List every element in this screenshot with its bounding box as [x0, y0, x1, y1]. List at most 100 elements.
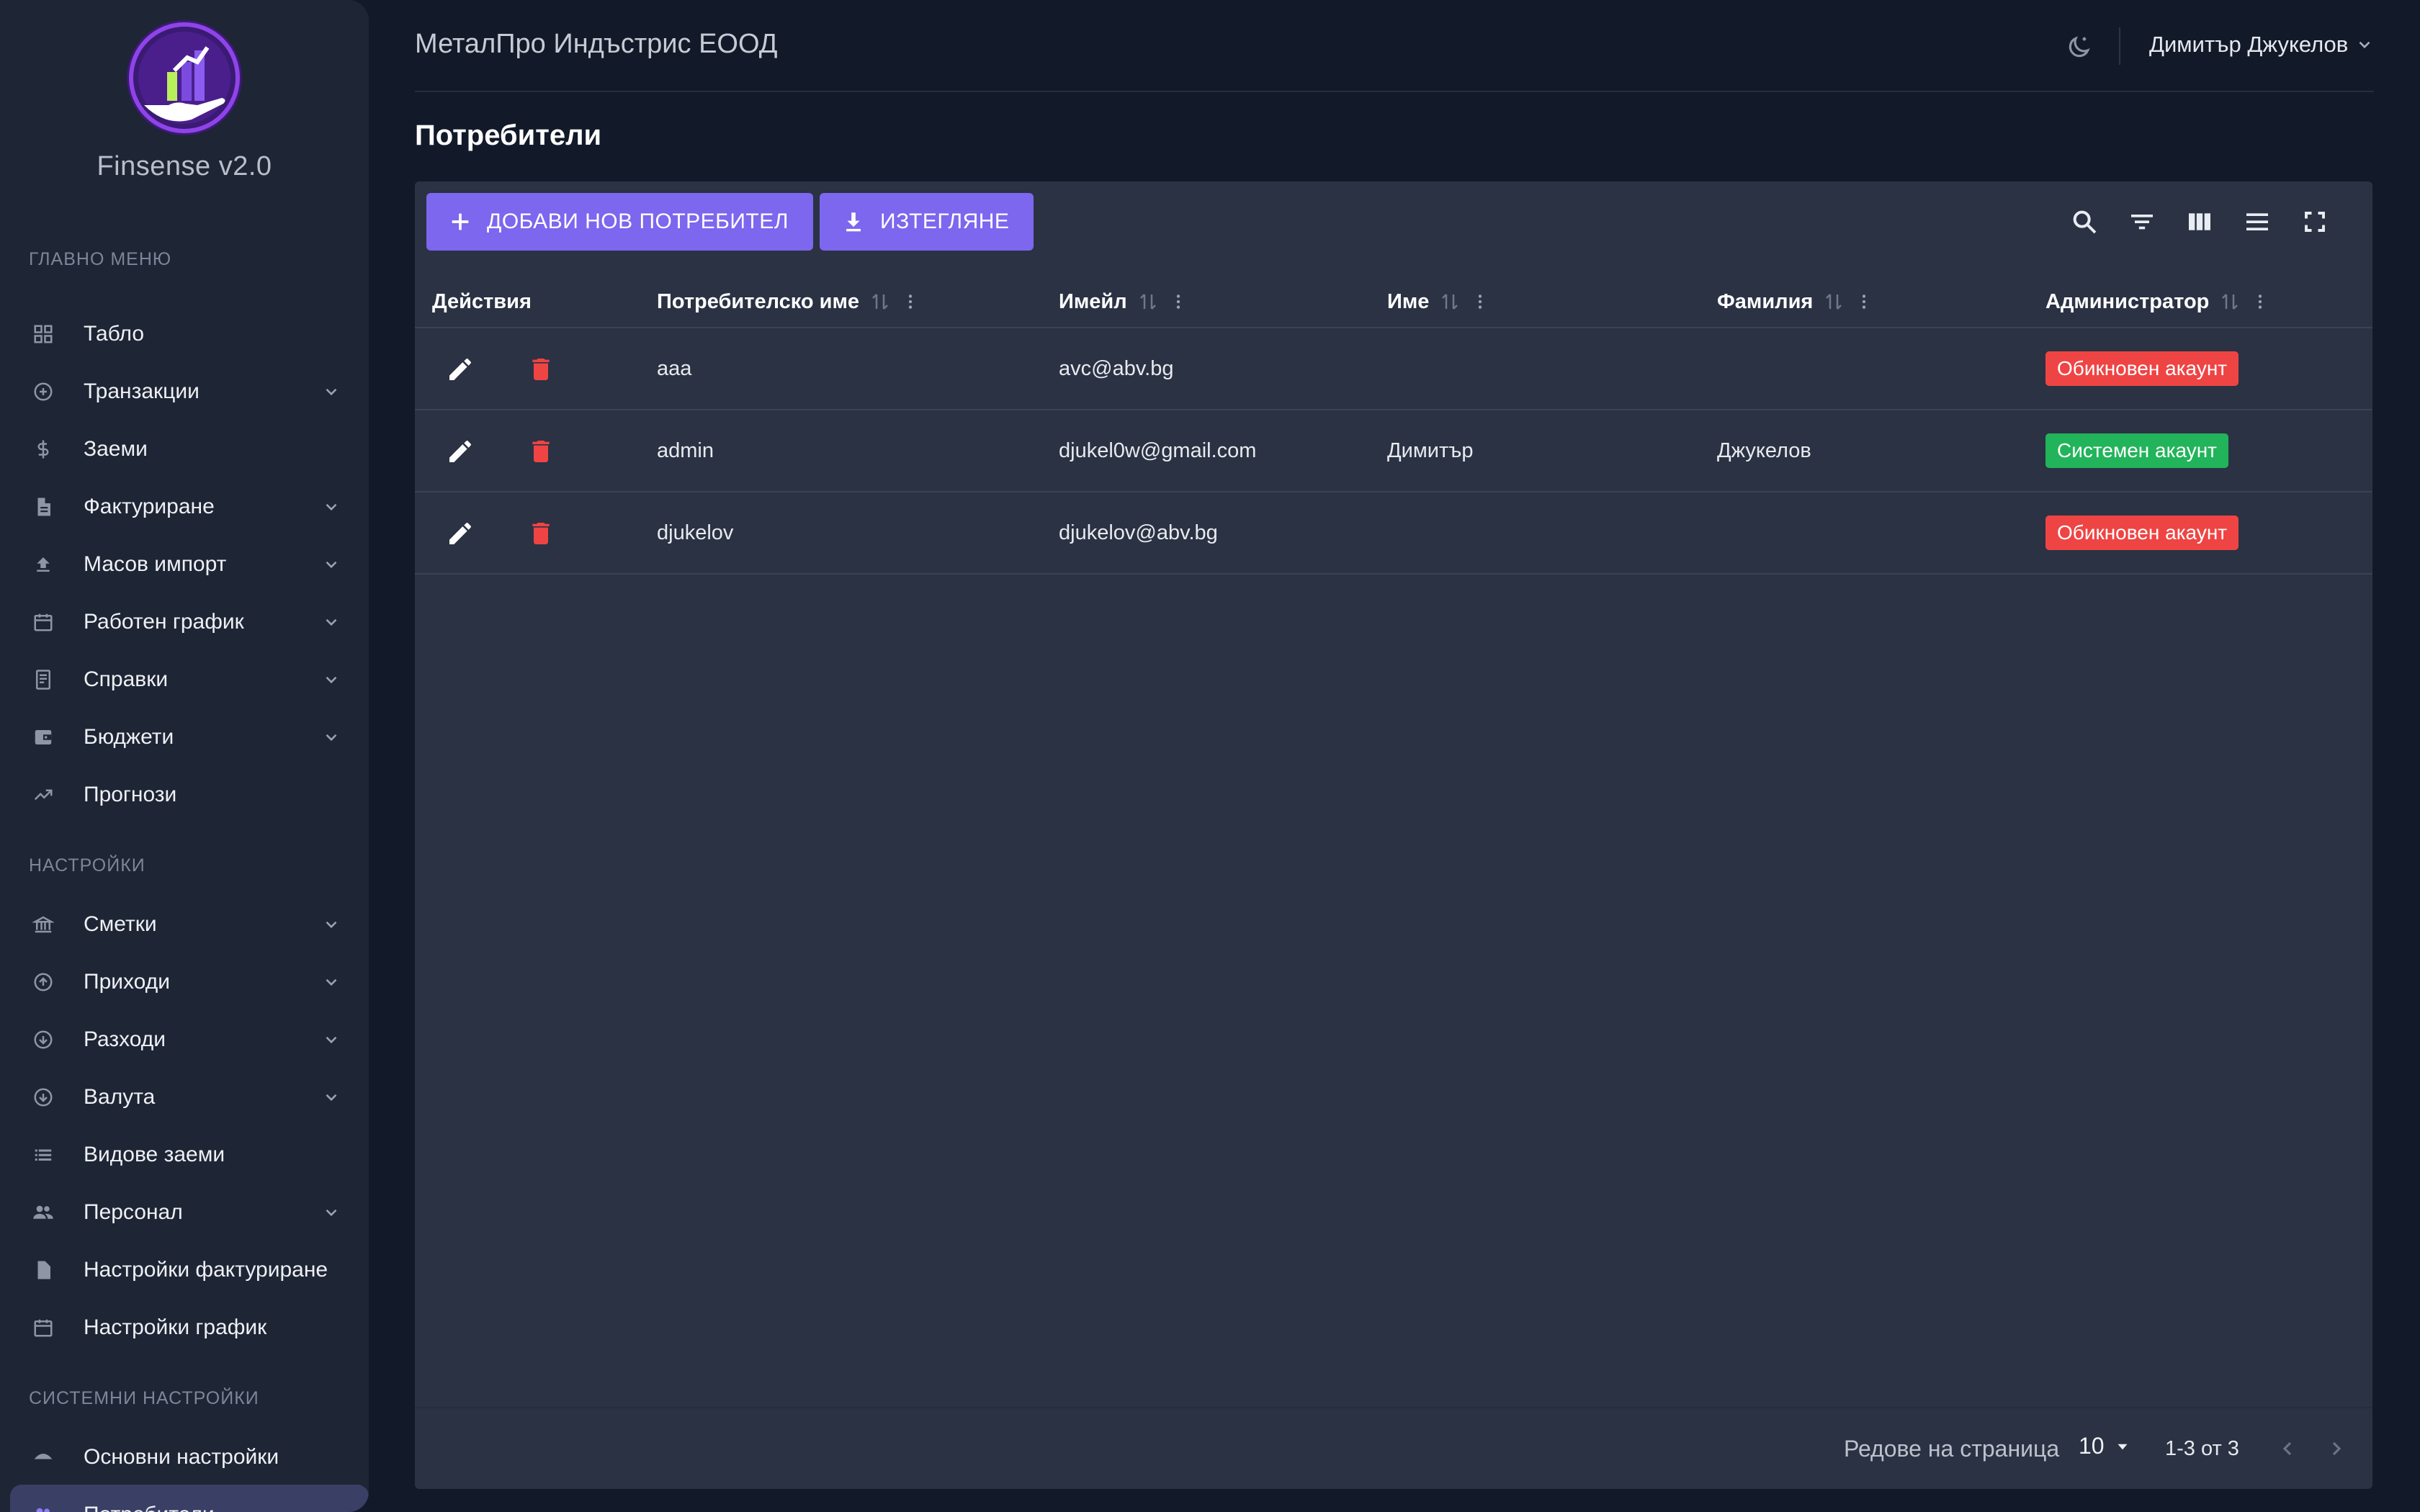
sidebar-item-invoicing[interactable]: Фактуриране	[29, 485, 346, 528]
sidebar-item-expenses[interactable]: Разходи	[29, 1018, 346, 1061]
column-header-label: Потребителско име	[657, 289, 860, 313]
sidebar-item-currency[interactable]: Валута	[29, 1076, 346, 1119]
calendar-icon	[29, 608, 58, 636]
edit-button[interactable]	[444, 353, 477, 386]
user-menu[interactable]: Димитър Джукелов	[2149, 32, 2374, 58]
sort-icon[interactable]	[1137, 291, 1159, 312]
chevron-down-icon	[317, 723, 346, 752]
previous-page-button[interactable]	[2269, 1430, 2306, 1467]
sort-icon[interactable]	[1823, 291, 1845, 312]
sidebar-item-accounts[interactable]: Сметки	[29, 903, 346, 946]
sort-icon[interactable]	[1439, 291, 1461, 312]
columns-button[interactable]	[2181, 203, 2218, 240]
cell-email: avc@abv.bg	[1059, 356, 1174, 380]
next-page-button[interactable]	[2318, 1430, 2355, 1467]
table-footer-divider	[415, 1407, 2372, 1408]
delete-button[interactable]	[524, 435, 557, 468]
sidebar-item-users[interactable]: Потребители	[29, 1493, 346, 1512]
cell-email: djukel0w@gmail.com	[1059, 438, 1257, 462]
sidebar-item-label: Табло	[84, 322, 145, 346]
sidebar-item-reports[interactable]: Справки	[29, 658, 346, 701]
trending-up-icon	[29, 780, 58, 809]
sidebar-item-loans[interactable]: Заеми	[29, 428, 346, 471]
calendar-icon	[29, 1313, 58, 1342]
wallet-icon	[29, 723, 58, 752]
column-menu-icon[interactable]	[2251, 291, 2269, 312]
moon-icon	[2065, 34, 2092, 61]
density-button[interactable]	[2238, 203, 2276, 240]
chevron-down-icon	[317, 492, 346, 521]
table-row[interactable]: djukelov djukelov@abv.bg Обикновен акаун…	[415, 492, 2372, 575]
sidebar-item-budgets[interactable]: Бюджети	[29, 716, 346, 759]
rows-per-page-select[interactable]: 10	[2079, 1433, 2132, 1459]
delete-button[interactable]	[524, 353, 557, 386]
column-menu-icon[interactable]	[1169, 291, 1188, 312]
filter-icon	[2128, 207, 2156, 236]
sidebar-item-schedule-settings[interactable]: Настройки график	[29, 1306, 346, 1349]
rows-per-page-value: 10	[2079, 1433, 2105, 1459]
settings-dome-icon	[29, 1443, 58, 1472]
chevron-down-icon	[317, 377, 346, 406]
cell-username: aaa	[657, 356, 692, 380]
cell-username: djukelov	[657, 521, 734, 544]
sidebar-item-label: Фактуриране	[84, 495, 215, 518]
settings-title: НАСТРОЙКИ	[29, 855, 145, 876]
column-header-admin[interactable]: Администратор	[2045, 275, 2269, 328]
search-icon	[2070, 207, 2099, 236]
app-logo[interactable]	[122, 19, 246, 143]
plus-icon	[448, 210, 472, 234]
export-button[interactable]: ИЗТЕГЛЯНЕ	[820, 193, 1034, 251]
header-divider	[2119, 27, 2120, 65]
sort-icon[interactable]	[869, 291, 891, 312]
sidebar-item-invoicing-settings[interactable]: Настройки фактуриране	[29, 1248, 346, 1292]
arrow-up-circle-icon	[29, 968, 58, 996]
sidebar-item-label: Приходи	[84, 970, 170, 994]
column-menu-icon[interactable]	[901, 291, 920, 312]
fullscreen-button[interactable]	[2296, 203, 2334, 240]
receipt-icon	[29, 665, 58, 694]
search-button[interactable]	[2066, 203, 2103, 240]
table-row[interactable]: admin djukel0w@gmail.com Димитър Джукело…	[415, 410, 2372, 492]
column-header-first-name[interactable]: Име	[1387, 275, 1489, 328]
pagination-range: 1-3 от 3	[2165, 1437, 2239, 1460]
column-menu-icon[interactable]	[1471, 291, 1489, 312]
column-header-label: Фамилия	[1717, 289, 1814, 313]
sidebar-item-transactions[interactable]: Транзакции	[29, 370, 346, 413]
sidebar-item-work-schedule[interactable]: Работен график	[29, 600, 346, 644]
edit-button[interactable]	[444, 435, 477, 468]
sidebar-item-income[interactable]: Приходи	[29, 960, 346, 1004]
add-user-button[interactable]: ДОБАВИ НОВ ПОТРЕБИТЕЛ	[426, 193, 813, 251]
document-icon	[29, 492, 58, 521]
sort-icon[interactable]	[2219, 291, 2241, 312]
sidebar-item-forecasts[interactable]: Прогнози	[29, 773, 346, 816]
status-badge: Системен акаунт	[2045, 433, 2228, 468]
edit-button[interactable]	[444, 517, 477, 550]
table-row[interactable]: aaa avc@abv.bg Обикновен акаунт	[415, 328, 2372, 410]
fullscreen-icon	[2302, 209, 2328, 235]
column-header-email[interactable]: Имейл	[1059, 275, 1188, 328]
column-header-last-name[interactable]: Фамилия	[1717, 275, 1873, 328]
sidebar-item-staff[interactable]: Персонал	[29, 1191, 346, 1234]
chevron-down-icon	[2355, 35, 2374, 54]
sidebar-item-label: Масов импорт	[84, 552, 227, 576]
filter-button[interactable]	[2123, 203, 2161, 240]
column-menu-icon[interactable]	[1855, 291, 1873, 312]
column-header-username[interactable]: Потребителско име	[657, 275, 920, 328]
column-header-label: Администратор	[2045, 289, 2210, 313]
download-icon	[841, 210, 866, 234]
dashboard-icon	[29, 320, 58, 348]
theme-toggle-button[interactable]	[2060, 29, 2097, 66]
add-user-label: ДОБАВИ НОВ ПОТРЕБИТЕЛ	[487, 210, 789, 233]
trash-icon	[526, 437, 555, 466]
cell-admin: Обикновен акаунт	[2045, 328, 2239, 409]
chevron-down-icon	[317, 608, 346, 636]
delete-button[interactable]	[524, 517, 557, 550]
status-badge: Обикновен акаунт	[2045, 516, 2239, 550]
chevron-left-icon	[2276, 1437, 2299, 1460]
sidebar-item-dashboard[interactable]: Табло	[29, 312, 346, 356]
chevron-right-icon	[2325, 1437, 2348, 1460]
sidebar-item-bulk-import[interactable]: Масов импорт	[29, 543, 346, 586]
sidebar-item-label: Бюджети	[84, 725, 174, 749]
sidebar-item-loan-types[interactable]: Видове заеми	[29, 1133, 346, 1176]
sidebar-item-general-settings[interactable]: Основни настройки	[29, 1436, 346, 1479]
